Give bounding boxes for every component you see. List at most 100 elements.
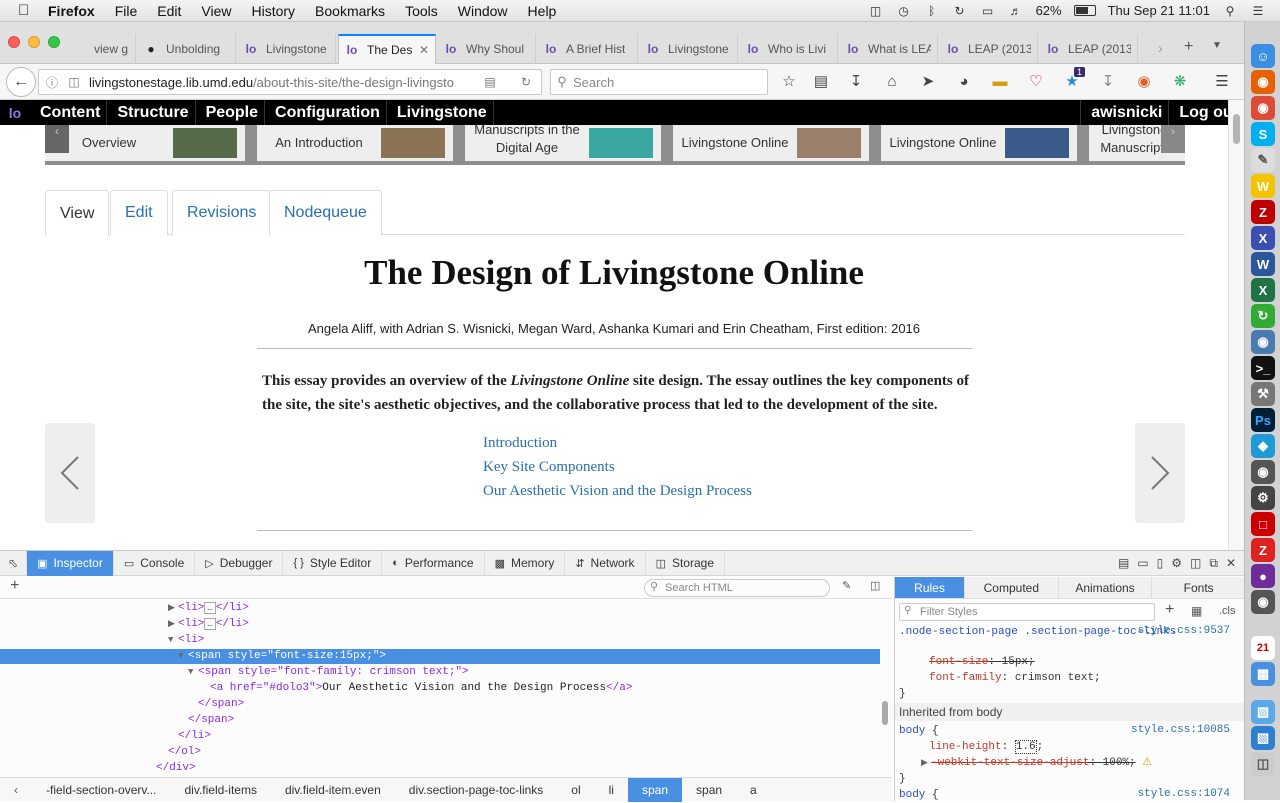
sync-icon[interactable]: ↻ (952, 4, 968, 18)
breadcrumb-item[interactable]: div.section-page-toc-links (395, 783, 558, 797)
carousel-slide[interactable]: Overview (45, 125, 245, 161)
markup-node[interactable]: ▶ <li>… </li> (0, 601, 880, 616)
markup-node[interactable]: ▼ <span style="font-family: crimson text;… (0, 665, 880, 680)
admin-user-link[interactable]: awisnicki (1080, 100, 1170, 125)
tab-nodequeue[interactable]: Nodequeue (269, 190, 382, 235)
url-bar[interactable]: ⓘ ◫ livingstonestage.lib.umd.edu/about-t… (38, 69, 542, 95)
settings-gear-icon[interactable]: ⚙ (1171, 556, 1182, 571)
new-tab-button[interactable]: + (1184, 38, 1193, 56)
breadcrumb-scroll-left-icon[interactable]: ‹ (0, 783, 32, 797)
markup-node[interactable]: </li> (0, 729, 880, 744)
word-icon[interactable]: W (1251, 252, 1275, 276)
tracking-shield-icon[interactable]: ◫ (65, 75, 83, 89)
downloads-folder-icon[interactable]: ▧ (1251, 700, 1275, 724)
property-value-editing[interactable]: 1.6 (1014, 740, 1037, 754)
tab-console[interactable]: ▭ Console (114, 550, 196, 576)
bluetooth-icon[interactable]: ᛒ (924, 4, 940, 18)
eyedropper-icon[interactable]: ✎ (842, 579, 851, 593)
breadcrumb-item-active[interactable]: span (627, 777, 683, 802)
scrollbar-thumb[interactable] (1233, 114, 1240, 144)
search-html-input[interactable]: Search HTML (644, 579, 830, 597)
tab-revisions[interactable]: Revisions (172, 190, 272, 235)
add-node-icon[interactable]: + (10, 577, 20, 595)
expand-arrow-icon[interactable]: ▶ (168, 617, 178, 632)
acrobat-icon[interactable]: □ (1251, 512, 1275, 536)
browser-tab[interactable]: lо Who is Livi (740, 34, 838, 64)
admin-people-link[interactable]: People (196, 100, 266, 125)
markup-node[interactable]: ▶ <li>… </li> (0, 617, 880, 632)
send-icon[interactable]: ➤ (917, 71, 939, 93)
carousel-slide[interactable]: Livingstone Online (673, 125, 869, 161)
skype-icon[interactable]: S (1251, 122, 1275, 146)
carousel-slide[interactable]: Livingstone Online (881, 125, 1077, 161)
trash-icon[interactable]: ◫ (1251, 752, 1275, 776)
toc-link-aesthetic-vision[interactable]: Our Aesthetic Vision and the Design Proc… (483, 479, 752, 503)
notes-icon[interactable]: W (1251, 174, 1275, 198)
gimp-icon[interactable]: ◉ (1251, 460, 1275, 484)
page-scrollbar[interactable] (1228, 100, 1244, 550)
undock-icon[interactable]: ⧉ (1209, 556, 1218, 571)
minimize-window-button[interactable] (28, 36, 40, 48)
admin-configuration-link[interactable]: Configuration (265, 100, 387, 125)
collapse-arrow-icon[interactable]: ▼ (168, 633, 178, 648)
collapse-arrow-icon[interactable]: ▼ (188, 665, 198, 680)
duckduckgo-icon[interactable]: ◉ (1133, 71, 1155, 93)
admin-structure-link[interactable]: Structure (107, 100, 196, 125)
utility-icon[interactable]: ⚒ (1251, 382, 1275, 406)
admin-content-link[interactable]: Content (30, 100, 108, 125)
spotlight-search-icon[interactable]: ⚲ (1222, 4, 1238, 18)
download-arrow-icon[interactable]: ↧ (1097, 71, 1119, 93)
browser-tab[interactable]: lо Livingstone (238, 34, 336, 64)
rule-declaration[interactable]: font-size: 15px; (899, 655, 1229, 670)
close-devtools-icon[interactable]: ✕ (1226, 556, 1236, 571)
breadcrumb-item[interactable]: -field-section-overv... (32, 783, 170, 797)
network-app-icon[interactable]: ◉ (1251, 330, 1275, 354)
add-rule-icon[interactable]: + (1165, 601, 1174, 619)
markup-node[interactable]: ▼ <li> (0, 633, 880, 648)
github-desktop-icon[interactable]: ● (1251, 564, 1275, 588)
tab-performance[interactable]: ◐ Performance (382, 550, 485, 576)
tab-view[interactable]: View (45, 190, 110, 236)
applications-folder-icon[interactable]: ▧ (1251, 726, 1275, 750)
tab-computed[interactable]: Computed (965, 577, 1059, 598)
info-icon[interactable]: ⓘ (43, 74, 61, 91)
addon-icon[interactable]: ❋ (1169, 71, 1191, 93)
filter-styles-input[interactable]: Filter Styles (899, 603, 1155, 621)
airplay-icon[interactable]: ▭ (980, 4, 996, 18)
app-x-icon[interactable]: X (1251, 226, 1275, 250)
menu-window[interactable]: Window (448, 3, 518, 19)
zotero-icon[interactable]: Z (1251, 538, 1275, 562)
markup-node[interactable]: <a href="#dolo3">Our Aesthetic Vision an… (0, 681, 880, 696)
dock-layout-icon[interactable]: ▤ (1118, 556, 1129, 571)
finder-icon[interactable]: ☺ (1251, 44, 1275, 68)
breadcrumb-item[interactable]: li (595, 783, 628, 797)
split-console-icon[interactable]: ▭ (1137, 556, 1148, 571)
element-picker-icon[interactable]: ⬁ (0, 550, 28, 576)
next-page-button[interactable] (1135, 423, 1185, 523)
breadcrumb-item[interactable]: a (736, 783, 771, 797)
markup-node-selected[interactable]: ▼ <span style="font-size:15px;"> (0, 649, 880, 664)
dock-side-icon[interactable]: ◫ (1190, 556, 1201, 571)
markup-node[interactable]: </span> (0, 713, 880, 728)
tab-memory[interactable]: ▩ Memory (485, 550, 566, 576)
back-button[interactable]: ← (6, 67, 36, 97)
carousel-slide[interactable]: Manuscripts in the Digital Age (465, 125, 661, 161)
expand-arrow-icon[interactable]: ▶ (921, 756, 931, 771)
home-icon[interactable]: ⌂ (881, 71, 903, 93)
chrome-icon[interactable]: ◉ (1251, 96, 1275, 120)
menu-help[interactable]: Help (518, 3, 567, 19)
tab-fonts[interactable]: Fonts (1152, 577, 1245, 598)
browser-tab[interactable]: lо A Brief Hist (538, 34, 638, 64)
toggle-classes-button[interactable]: .cls (1219, 605, 1236, 617)
preview-icon[interactable]: ▩ (1251, 662, 1275, 686)
carousel-slide[interactable]: An Introduction (257, 125, 453, 161)
tab-inspector[interactable]: ▣ Inspector (27, 550, 114, 576)
sync-app-icon[interactable]: ↻ (1251, 304, 1275, 328)
breadcrumb-item[interactable]: div.field-item.even (271, 783, 395, 797)
filezilla-icon[interactable]: Z (1251, 200, 1275, 224)
close-tab-icon[interactable]: ✕ (415, 43, 429, 57)
livingstone-logo-icon[interactable]: lо (0, 105, 30, 121)
excel-icon[interactable]: X (1251, 278, 1275, 302)
bookmarks-list-icon[interactable]: ▤ (810, 71, 832, 93)
breadcrumb-item[interactable]: div.field-items (170, 783, 270, 797)
